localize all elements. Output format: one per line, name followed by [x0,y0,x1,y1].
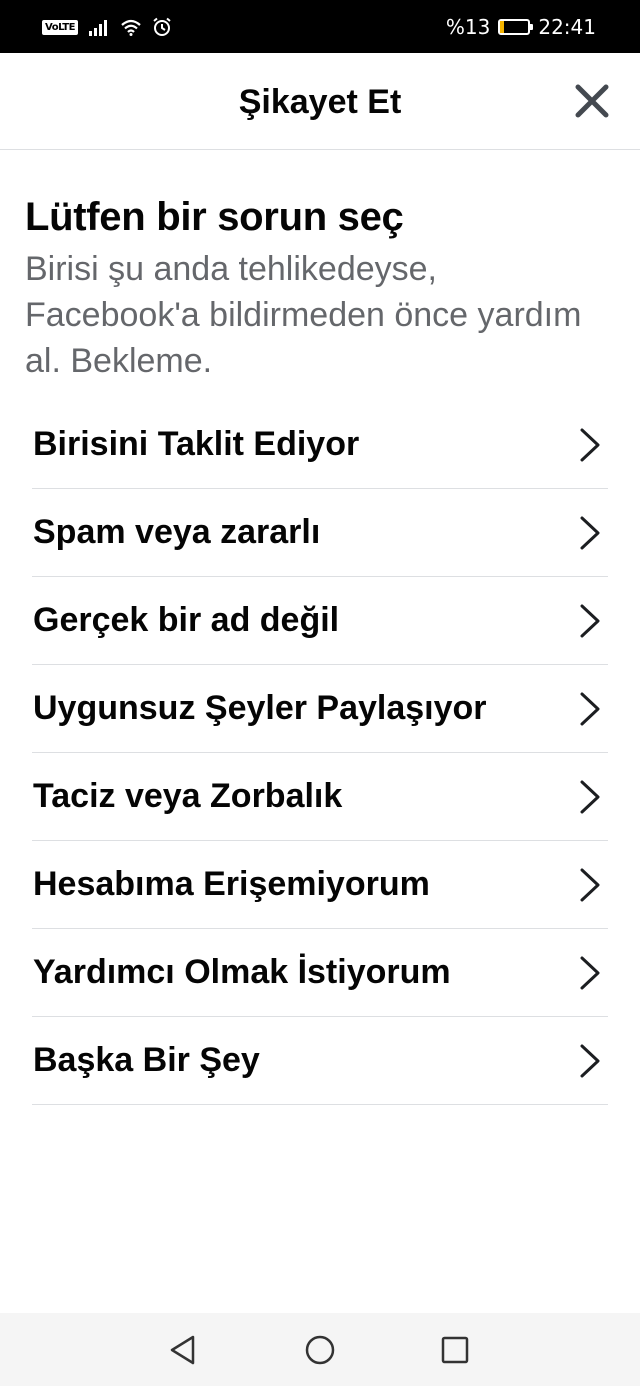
dialog-header: Şikayet Et [0,53,640,150]
close-icon [575,84,609,118]
battery-fill [500,21,504,33]
chevron-right-icon [580,692,600,725]
option-harassment[interactable]: Taciz veya Zorbalık [32,753,608,841]
intro-title: Lütfen bir sorun seç [25,195,404,239]
battery-percent: %13 [445,15,491,39]
status-left: VoLTE [42,15,172,39]
option-fake-name[interactable]: Gerçek bir ad değil [32,577,608,665]
intro-subtitle: Birisi şu anda tehlikedeyse, Facebook'a … [25,250,582,380]
chevron-right-icon [580,604,600,637]
status-bar: VoLTE %13 22:41 [0,0,640,53]
battery-icon [498,19,534,35]
chevron-right-icon [580,516,600,549]
option-inappropriate[interactable]: Uygunsuz Şeyler Paylaşıyor [32,665,608,753]
option-something-else[interactable]: Başka Bir Şey [32,1017,608,1105]
intro-section: Lütfen bir sorun seç Birisi şu anda tehl… [25,192,615,384]
chevron-right-icon [580,780,600,813]
option-label: Yardımcı Olmak İstiyorum [33,953,451,991]
status-right: %13 22:41 [446,14,596,40]
option-label: Gerçek bir ad değil [33,601,340,639]
recents-icon [441,1336,469,1364]
chevron-right-icon [580,1044,600,1077]
volte-badge: VoLTE [42,19,78,35]
home-icon [305,1335,335,1365]
chevron-right-icon [580,956,600,989]
option-label: Taciz veya Zorbalık [33,777,343,815]
option-label: Başka Bir Şey [33,1041,260,1079]
recents-button[interactable] [438,1333,472,1367]
home-button[interactable] [303,1333,337,1367]
option-want-to-help[interactable]: Yardımcı Olmak İstiyorum [32,929,608,1017]
page-title: Şikayet Et [238,83,402,121]
chevron-right-icon [580,868,600,901]
system-nav-bar [0,1313,640,1386]
back-icon [170,1335,195,1365]
option-spam[interactable]: Spam veya zararlı [32,489,608,577]
option-impersonation[interactable]: Birisini Taklit Ediyor [32,401,608,489]
option-label: Uygunsuz Şeyler Paylaşıyor [33,689,487,727]
signal-icon [88,20,107,36]
report-options-list: Birisini Taklit Ediyor Spam veya zararlı… [32,401,608,1105]
option-label: Spam veya zararlı [33,513,321,551]
chevron-right-icon [580,428,600,461]
clock: 22:41 [538,15,596,39]
option-account-access[interactable]: Hesabıma Erişemiyorum [32,841,608,929]
back-button[interactable] [166,1333,200,1367]
option-label: Hesabıma Erişemiyorum [33,865,430,903]
wifi-icon [121,19,141,36]
alarm-icon [153,17,171,36]
close-button[interactable] [574,83,610,119]
option-label: Birisini Taklit Ediyor [33,425,360,463]
